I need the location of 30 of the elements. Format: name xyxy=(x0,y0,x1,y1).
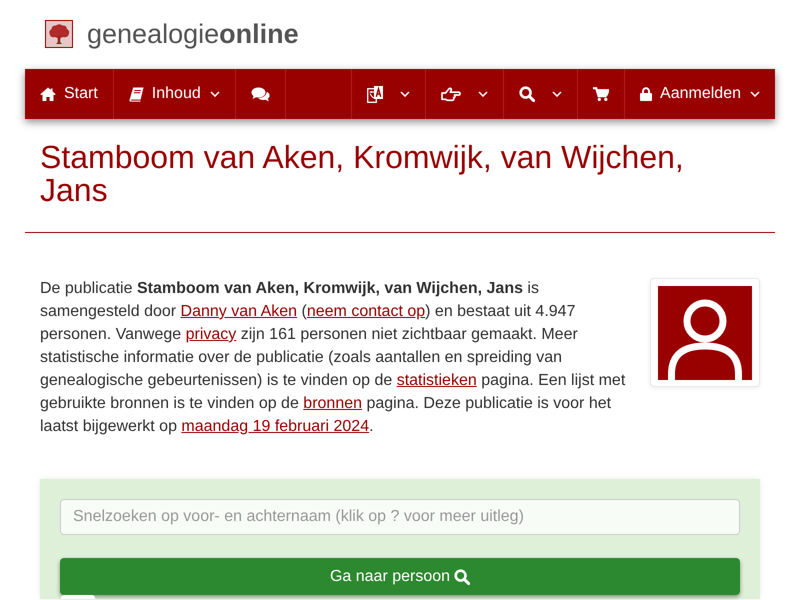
tree-icon xyxy=(45,20,73,48)
logo-text: genealogieonline xyxy=(87,19,299,49)
text-link[interactable]: maandag 19 februari 2024 xyxy=(181,418,370,435)
caret-icon xyxy=(750,91,760,97)
translate-icon xyxy=(367,86,384,102)
cart-icon xyxy=(593,87,610,101)
search-icon xyxy=(519,86,536,102)
book-icon xyxy=(128,86,144,102)
text-link[interactable]: privacy xyxy=(186,326,236,343)
text-link[interactable]: neem contact op xyxy=(306,303,426,320)
search-field[interactable]: Snelzoeken op voor- en achternaam (klik op ? voor meer uitleg) xyxy=(60,499,740,535)
person-icon xyxy=(658,286,752,380)
nav-dropdown[interactable]: Inhoud xyxy=(114,69,236,119)
text-link[interactable]: statistieken xyxy=(396,372,477,389)
caret-icon xyxy=(478,91,488,97)
caret-icon xyxy=(552,91,562,97)
caret-icon xyxy=(400,91,410,97)
text-link[interactable]: bronnen xyxy=(303,395,362,412)
page-title: Stamboom van Aken, Kromwijk, van Wijchen, Jans xyxy=(40,141,685,207)
lock-icon xyxy=(640,87,652,101)
nav-link[interactable]: Start xyxy=(25,69,114,119)
hand-pointing-icon xyxy=(441,86,462,102)
intro-paragraph: De publicatie Stamboom van Aken, Kromwijk, van Wijchen, Jans is samengesteld door Danny van Aken (neem contact op) en bestaat uit 4.947 personen. Vanwege privacy zijn 161 personen niet zichtbaar gemaakt. Meer statistische informatie over de publicatie (zoals aantallen en spreiding van genealogische gebeurtenissen) is te vinden op de statistieken pagina. Een lijst met gebruikte bronnen is te vinden op de bronnen pagina. Deze publicatie is voor het laatst bijgewerkt op maandag 19 februari 2024. xyxy=(40,279,626,437)
text-link[interactable]: Danny van Aken xyxy=(180,303,298,320)
home-icon xyxy=(40,87,56,101)
search-button[interactable]: Ga naar persoon xyxy=(60,558,740,595)
caret-icon xyxy=(210,91,220,97)
nav-dropdown[interactable]: Aanmelden xyxy=(624,69,775,119)
search-icon xyxy=(454,568,470,584)
chat-icon xyxy=(250,86,270,102)
